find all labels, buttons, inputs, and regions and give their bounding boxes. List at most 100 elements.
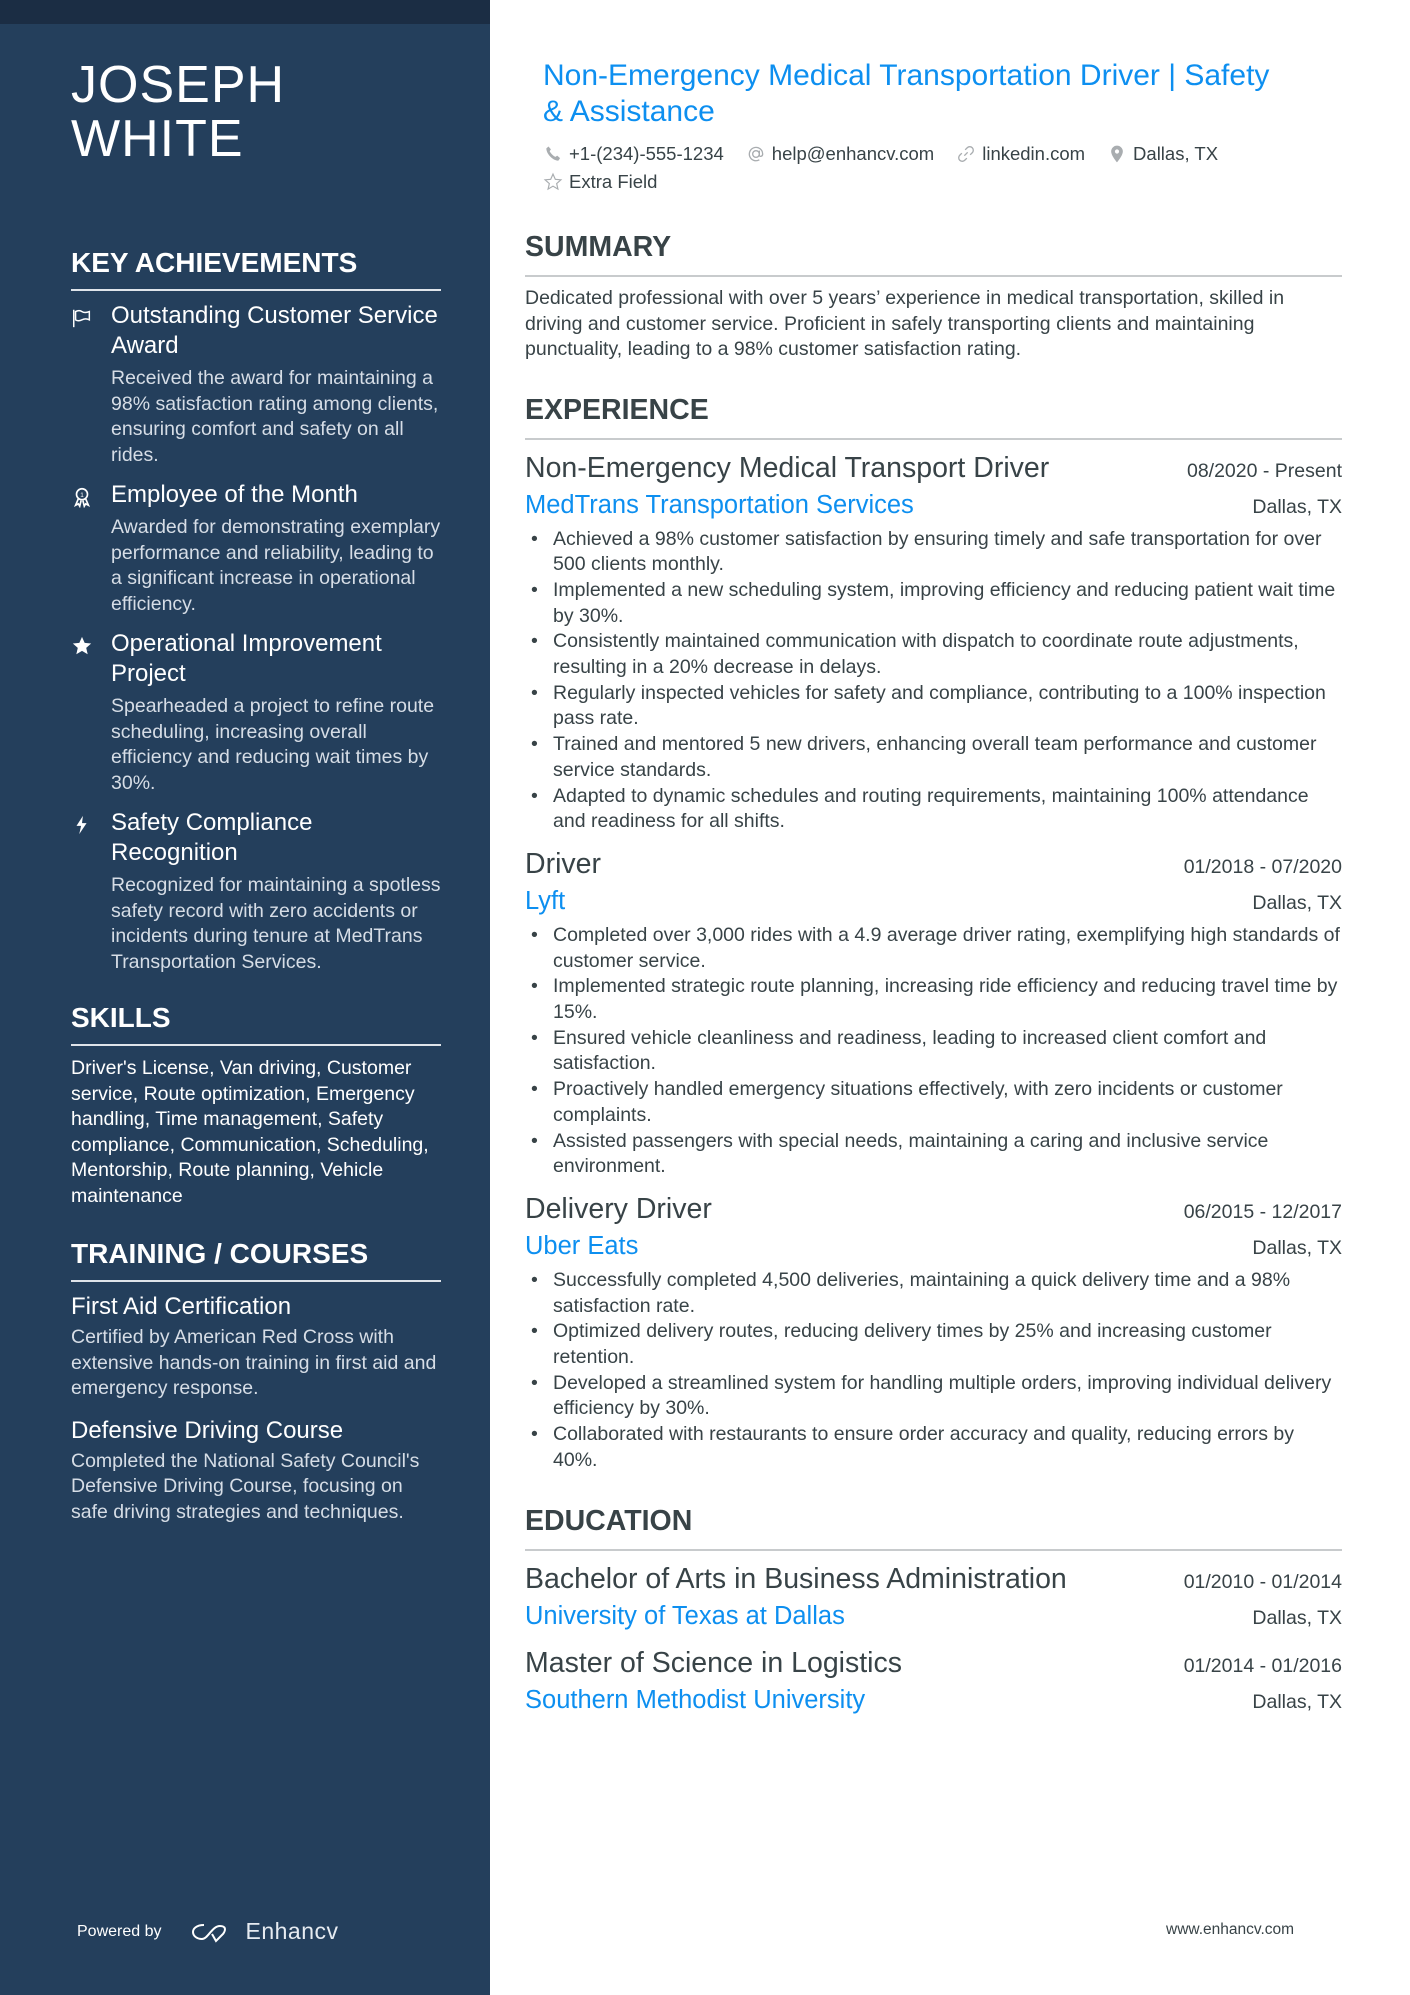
course-description: Certified by American Red Cross with ext… xyxy=(71,1326,437,1399)
lightning-bolt-icon xyxy=(71,808,111,975)
bullet-item: Implemented a new scheduling system, imp… xyxy=(525,578,1342,629)
achievement-description: Spearheaded a project to refine route sc… xyxy=(111,695,435,794)
phone-text: +1-(234)-555-1234 xyxy=(569,143,724,164)
summary-section: SUMMARY Dedicated professional with over… xyxy=(525,230,1342,363)
company-location: Dallas, TX xyxy=(1252,495,1342,518)
contact-info: +1-(234)-555-1234 help@enhancv.com linke… xyxy=(525,142,1285,194)
bullet-item: Consistently maintained communication wi… xyxy=(525,629,1342,680)
education-dates: 01/2010 - 01/2014 xyxy=(1183,1570,1342,1593)
linkedin-text: linkedin.com xyxy=(982,143,1086,164)
job-title: Non-Emergency Medical Transportation Dri… xyxy=(543,59,1270,128)
achievement-item: 1 Employee of the Month Awarded for demo… xyxy=(71,480,441,617)
position-dates: 06/2015 - 12/2017 xyxy=(1183,1200,1342,1223)
course-item: Defensive Driving Course Completed the N… xyxy=(71,1416,441,1526)
email-text: help@enhancv.com xyxy=(771,143,935,164)
experience-section: EXPERIENCE Non-Emergency Medical Transpo… xyxy=(525,393,1342,1474)
bullet-item: Assisted passengers with special needs, … xyxy=(525,1129,1342,1180)
achievement-description: Awarded for demonstrating exemplary perf… xyxy=(111,516,441,615)
experience-heading: EXPERIENCE xyxy=(525,393,1342,440)
course-title: Defensive Driving Course xyxy=(71,1416,344,1444)
bullet-item: Collaborated with restaurants to ensure … xyxy=(525,1422,1342,1473)
achievement-description: Recognized for maintaining a spotless sa… xyxy=(111,874,441,973)
achievement-title: Employee of the Month xyxy=(111,481,358,508)
school-location: Dallas, TX xyxy=(1252,1606,1342,1629)
education-dates: 01/2014 - 01/2016 xyxy=(1183,1654,1342,1677)
company-location: Dallas, TX xyxy=(1252,1236,1342,1259)
candidate-name: JOSEPH WHITE xyxy=(71,56,286,168)
course-description: Completed the National Safety Council's … xyxy=(71,1449,420,1523)
skills-heading: SKILLS xyxy=(71,1001,441,1046)
award-ribbon-icon: 1 xyxy=(71,480,111,617)
skills-list: Driver's License, Van driving, Customer … xyxy=(71,1057,429,1207)
star-outline-icon xyxy=(543,172,563,191)
achievement-title: Safety Compliance Recognition xyxy=(111,809,313,866)
achievement-bullets: Achieved a 98% customer satisfaction by … xyxy=(525,527,1342,835)
summary-heading: SUMMARY xyxy=(525,230,1342,277)
contact-phone[interactable]: +1-(234)-555-1234 xyxy=(543,142,724,166)
bullet-item: Achieved a 98% customer satisfaction by … xyxy=(525,527,1342,578)
contact-extra-field: Extra Field xyxy=(543,170,657,194)
bullet-item: Optimized delivery routes, reducing deli… xyxy=(525,1319,1342,1370)
company-name: Uber Eats xyxy=(525,1231,639,1260)
main-content: Non-Emergency Medical Transportation Dri… xyxy=(525,58,1342,1728)
enhancv-brand-name: Enhancv xyxy=(245,1918,339,1944)
course-title: First Aid Certification xyxy=(71,1293,292,1320)
bullet-item: Regularly inspected vehicles for safety … xyxy=(525,681,1342,732)
education-section: EDUCATION Bachelor of Arts in Business A… xyxy=(525,1504,1342,1718)
footer-website-link[interactable]: www.enhancv.com xyxy=(1166,1921,1294,1939)
achievement-bullets: Successfully completed 4,500 deliveries,… xyxy=(525,1268,1342,1474)
achievement-item: Safety Compliance Recognition Recognized… xyxy=(71,808,441,975)
powered-by-label: Powered by xyxy=(77,1922,162,1940)
sidebar: JOSEPH WHITE KEY ACHIEVEMENTS Outstandin… xyxy=(0,0,490,1995)
contact-location: Dallas, TX xyxy=(1107,142,1218,166)
contact-linkedin[interactable]: linkedin.com xyxy=(956,142,1085,166)
achievement-bullets: Completed over 3,000 rides with a 4.9 av… xyxy=(525,923,1342,1180)
position-title: Non-Emergency Medical Transport Driver xyxy=(525,451,1050,484)
position-title: Delivery Driver xyxy=(525,1192,712,1225)
bullet-item: Ensured vehicle cleanliness and readines… xyxy=(525,1026,1342,1077)
bullet-item: Implemented strategic route planning, in… xyxy=(525,974,1342,1025)
training-heading: TRAINING / COURSES xyxy=(71,1237,441,1282)
bullet-item: Trained and mentored 5 new drivers, enha… xyxy=(525,732,1342,783)
location-text: Dallas, TX xyxy=(1133,143,1219,164)
sidebar-top-band xyxy=(0,0,490,24)
bullet-item: Developed a streamlined system for handl… xyxy=(525,1371,1342,1422)
extra-field-text: Extra Field xyxy=(569,171,658,192)
achievement-item: Operational Improvement Project Spearhea… xyxy=(71,629,441,796)
key-achievements-section: KEY ACHIEVEMENTS Outstanding Customer Se… xyxy=(71,246,441,975)
achievement-item: Outstanding Customer Service Award Recei… xyxy=(71,301,441,468)
key-achievements-heading: KEY ACHIEVEMENTS xyxy=(71,246,441,291)
course-item: First Aid Certification Certified by Ame… xyxy=(71,1292,441,1402)
flag-icon xyxy=(71,301,111,468)
link-icon xyxy=(958,146,975,162)
experience-entry: Delivery Driver 06/2015 - 12/2017 Uber E… xyxy=(525,1190,1342,1474)
school-name: University of Texas at Dallas xyxy=(525,1601,845,1630)
education-entry: Master of Science in Logistics 01/2014 -… xyxy=(525,1644,1342,1718)
degree-title: Bachelor of Arts in Business Administrat… xyxy=(525,1562,1067,1595)
achievement-title: Operational Improvement Project xyxy=(111,630,382,687)
degree-title: Master of Science in Logistics xyxy=(525,1646,902,1679)
company-location: Dallas, TX xyxy=(1252,891,1342,914)
achievement-description: Received the award for maintaining a 98%… xyxy=(111,367,439,466)
bullet-item: Adapted to dynamic schedules and routing… xyxy=(525,784,1342,835)
achievement-title: Outstanding Customer Service Award xyxy=(111,302,438,359)
powered-by: Powered by Enhancv xyxy=(77,1918,339,1945)
education-heading: EDUCATION xyxy=(525,1504,1342,1551)
phone-icon xyxy=(546,146,561,161)
school-location: Dallas, TX xyxy=(1252,1690,1342,1713)
training-section: TRAINING / COURSES First Aid Certificati… xyxy=(71,1237,441,1525)
bullet-item: Proactively handled emergency situations… xyxy=(525,1077,1342,1128)
location-pin-icon xyxy=(1111,145,1123,163)
skills-section: SKILLS Driver's License, Van driving, Cu… xyxy=(71,1001,441,1209)
company-name: Lyft xyxy=(525,886,566,915)
contact-email[interactable]: help@enhancv.com xyxy=(746,142,934,166)
school-name: Southern Methodist University xyxy=(525,1685,866,1714)
position-title: Driver xyxy=(525,847,601,880)
bullet-item: Successfully completed 4,500 deliveries,… xyxy=(525,1268,1342,1319)
company-name: MedTrans Transportation Services xyxy=(525,490,914,519)
star-icon xyxy=(71,629,111,796)
svg-text:1: 1 xyxy=(80,492,84,499)
position-dates: 01/2018 - 07/2020 xyxy=(1183,855,1342,878)
summary-text: Dedicated professional with over 5 years… xyxy=(525,287,1285,360)
at-icon xyxy=(748,146,764,162)
